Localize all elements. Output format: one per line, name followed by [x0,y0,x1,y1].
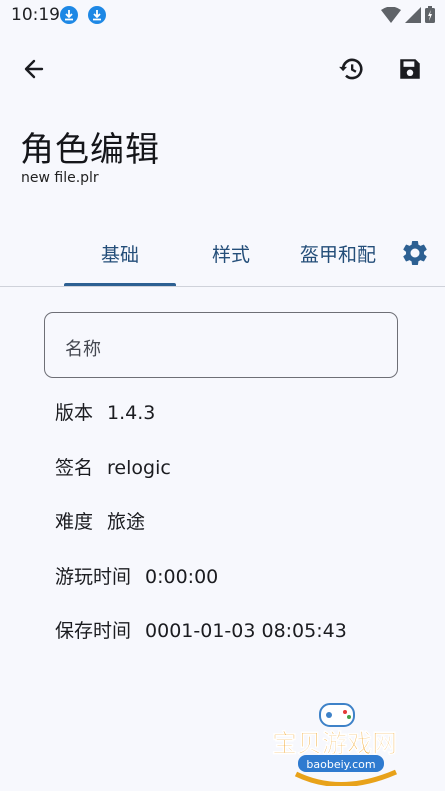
tab-label: 基础 [100,244,139,266]
settings-button[interactable] [400,238,430,268]
status-bar: 10:19 [0,0,445,32]
tab-label: 盔甲和配 [300,244,377,266]
battery-icon [425,6,435,23]
difficulty-row: 难度 旅途 [55,507,145,534]
tab-style[interactable]: 样式 [176,232,286,287]
watermark-logo: 宝贝游戏网 baobeiy.com [266,696,416,787]
status-time: 10:19 [11,5,60,25]
svg-text:baobeiy.com: baobeiy.com [306,758,375,771]
info-value: relogic [107,457,171,479]
info-label: 签名 [55,457,94,479]
app-bar [0,44,445,96]
info-value: 1.4.3 [107,402,156,424]
arrow-back-icon [24,59,44,79]
name-field[interactable]: 名称 [44,312,398,378]
gear-icon [403,240,427,265]
info-value: 0001-01-03 08:05:43 [145,620,347,642]
signal-icon [405,6,421,23]
back-button[interactable] [14,49,54,89]
tab-bar: 基础 样式 盔甲和配 [0,232,445,287]
signature-row: 签名 relogic [55,453,171,480]
page-title: 角色编辑 [20,130,160,170]
info-value: 旅途 [107,511,146,533]
history-button[interactable] [331,49,371,89]
file-name: new file.plr [21,170,99,186]
info-label: 保存时间 [55,620,132,642]
version-row: 版本 1.4.3 [55,398,155,425]
tabs-divider [0,286,445,287]
info-label: 游玩时间 [55,566,132,588]
wifi-icon [381,6,401,23]
tab-label: 样式 [211,244,250,266]
save-icon [400,59,420,79]
tab-armor[interactable]: 盔甲和配 [300,232,394,287]
tab-basic[interactable]: 基础 [64,232,176,287]
info-value: 0:00:00 [145,566,219,588]
save-button[interactable] [390,49,430,89]
download-notification-icon [88,6,106,24]
name-field-placeholder: 名称 [65,339,101,360]
info-label: 难度 [55,511,94,533]
playtime-row: 游玩时间 0:00:00 [55,562,218,589]
save-time-row: 保存时间 0001-01-03 08:05:43 [55,616,347,643]
info-label: 版本 [55,402,94,424]
download-notification-icon [60,6,78,24]
svg-text:宝贝游戏网: 宝贝游戏网 [272,729,397,758]
history-icon [339,58,363,80]
